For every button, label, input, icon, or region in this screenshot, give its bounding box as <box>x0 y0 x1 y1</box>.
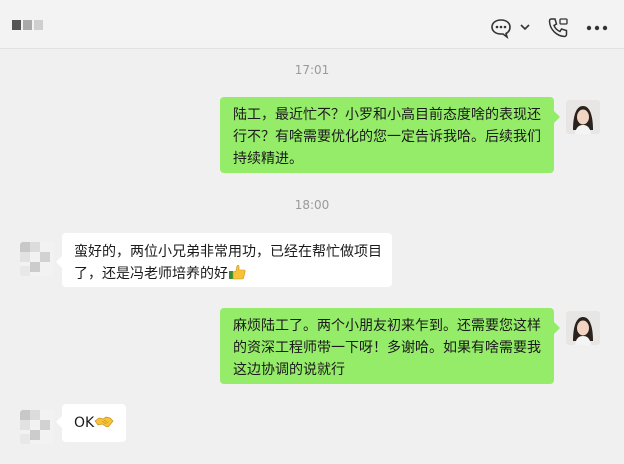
chat-header <box>0 0 624 49</box>
timestamp: 17:01 <box>294 63 330 77</box>
thumbs-up-icon <box>228 264 246 287</box>
contact-avatar[interactable] <box>20 410 54 444</box>
my-avatar[interactable] <box>566 100 600 134</box>
message-bubble-received[interactable]: OK <box>62 404 126 442</box>
phone-icon[interactable] <box>546 16 570 40</box>
message-bubble-received[interactable]: 蛮好的，两位小兄弟非常用功，已经在帮忙做项目 了，还是冯老师培养的好 <box>62 233 392 287</box>
handshake-icon <box>94 414 114 436</box>
message-text: OK <box>74 415 95 431</box>
ellipsis-icon[interactable] <box>586 16 608 40</box>
message-text: 麻烦陆工了。两个小朋友初来乍到。还需要您这样 的资深工程师带一下呀！多谢哈。如果… <box>233 318 541 378</box>
bubble-tail <box>554 111 560 123</box>
message-text: 陆工，最近忙不？小罗和小高目前态度啥的表现还 行不？有啥需要优化的您一定告诉我哈… <box>233 107 541 167</box>
bubble-tail <box>554 322 560 334</box>
message-bubble-sent[interactable]: 陆工，最近忙不？小罗和小高目前态度啥的表现还 行不？有啥需要优化的您一定告诉我哈… <box>220 97 554 173</box>
timestamp: 18:00 <box>294 198 330 212</box>
header-actions <box>474 16 608 40</box>
my-avatar[interactable] <box>566 311 600 345</box>
contact-avatar[interactable] <box>20 242 54 276</box>
message-bubble-sent[interactable]: 麻烦陆工了。两个小朋友初来乍到。还需要您这样 的资深工程师带一下呀！多谢哈。如果… <box>220 308 554 384</box>
contact-name-blurred <box>12 20 43 30</box>
chat-bubble-icon[interactable] <box>490 16 530 40</box>
